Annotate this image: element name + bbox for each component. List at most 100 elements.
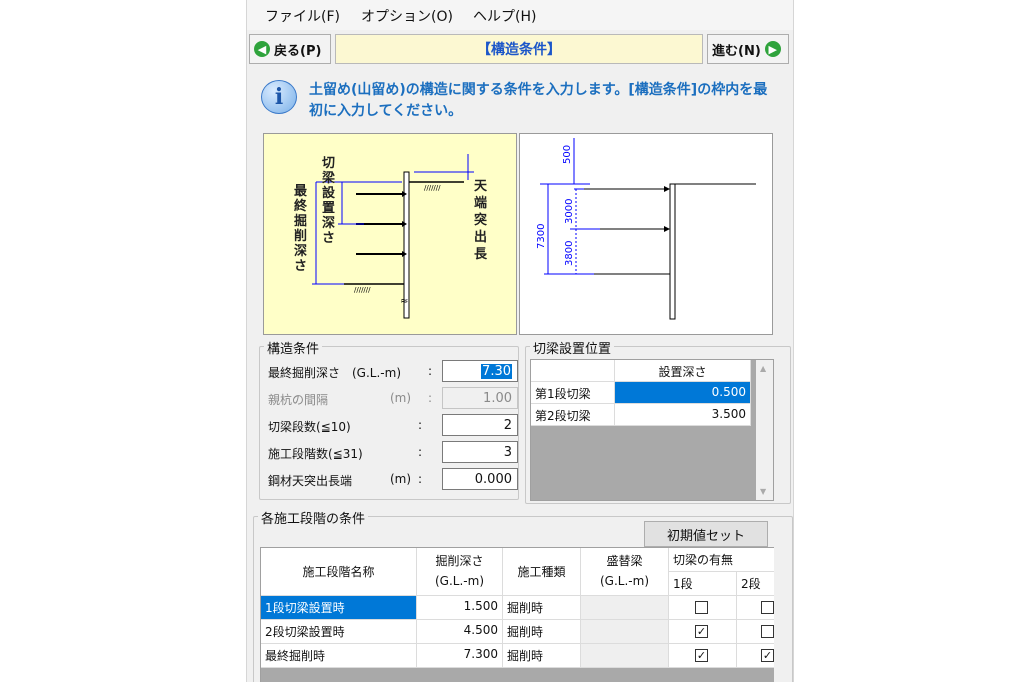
dim-low: 3800 [564, 241, 575, 266]
stage-row-3-s1-cell: ✓ [669, 644, 737, 668]
stage-header-beam-line1: 盛替梁 [606, 554, 643, 568]
stage-row-1-beam [581, 596, 669, 620]
stage-header-depth-line2: (G.L.-m) [435, 574, 484, 588]
stage-conditions-title: 各施工段階の条件 [258, 508, 369, 527]
dim-top: 500 [562, 145, 573, 164]
structure-diagram: /////// /////// ≈ 切梁設置深さ 最終掘削深さ 天端突出長 [263, 133, 517, 335]
reset-defaults-button[interactable]: 初期値セット [644, 521, 768, 547]
page-title: 【構造条件】 [335, 34, 703, 64]
stage-header-depth: 掘削深さ (G.L.-m) [417, 548, 503, 596]
stage-row-3-type[interactable]: 掘削時 [503, 644, 581, 668]
menu-options[interactable]: オプション(O) [361, 6, 453, 26]
stage-row-2-s1-checkbox[interactable]: ✓ [695, 625, 708, 638]
svg-text:///////: /////// [424, 184, 441, 192]
stage-row-1-s1-checkbox[interactable] [695, 601, 708, 614]
final-depth-row-label: 最終掘削深さ (G.L.-m) [268, 366, 401, 380]
stage-row-1-type[interactable]: 掘削時 [503, 596, 581, 620]
dim-total: 7300 [536, 224, 547, 249]
steel-projection-unit: (m) [390, 472, 412, 486]
nav-bar: ◀ 戻る(P) 【構造条件】 進む(N) ▶ [247, 32, 793, 66]
stage-header-type: 施工種類 [503, 548, 581, 596]
menu-bar: ファイル(F) オプション(O) ヘルプ(H) [247, 0, 793, 30]
info-area: i 土留め(山留め)の構造に関する条件を入力します。[構造条件]の枠内を最初に入… [251, 68, 791, 132]
stage-conditions-group: 各施工段階の条件 初期値セット 施工段階名称 掘削深さ (G.L.-m) 施工種… [253, 508, 793, 682]
menu-help[interactable]: ヘルプ(H) [473, 6, 536, 26]
strut-header-depth: 設置深さ [615, 360, 751, 382]
stage-row-3-s2-cell: ✓ [737, 644, 774, 668]
svg-text:≈: ≈ [400, 296, 408, 307]
next-label: 進む(N) [712, 43, 761, 59]
stage-header-beam-line2: (G.L.-m) [600, 574, 649, 588]
stage-header-stage1: 1段 [669, 572, 737, 596]
structure-conditions-group: 構造条件 最終掘削深さ (G.L.-m) : 7.30 親杭の間隔 (m) : … [259, 338, 519, 500]
structure-conditions-title: 構造条件 [264, 338, 323, 357]
strut-table-scrollbar[interactable]: ▲ ▼ [756, 360, 773, 500]
stage-row-2-type[interactable]: 掘削時 [503, 620, 581, 644]
stage-row-1-s2-checkbox[interactable] [761, 601, 774, 614]
menu-file[interactable]: ファイル(F) [265, 6, 340, 26]
stage-header-stage2: 2段 [737, 572, 774, 596]
info-text: 土留め(山留め)の構造に関する条件を入力します。[構造条件]の枠内を最初に入力し… [309, 82, 768, 119]
strut-position-group: 切梁設置位置 設置深さ 第1段切梁 0.500 第2段切梁 3.500 ▲ ▼ [525, 338, 791, 504]
stage-row-2-depth[interactable]: 4.500 [417, 620, 503, 644]
stage-row-1-depth[interactable]: 1.500 [417, 596, 503, 620]
stage-row-3-name[interactable]: 最終掘削時 [261, 644, 417, 668]
final-depth-label: 最終掘削深さ [294, 184, 308, 274]
stage-row-1-s2-cell [737, 596, 774, 620]
strut-row-2-depth[interactable]: 3.500 [615, 404, 751, 426]
stage-row-2-s2-cell [737, 620, 774, 644]
steel-projection-input[interactable]: 0.000 [442, 468, 518, 490]
strut-row-1-name: 第1段切梁 [531, 382, 615, 404]
stage-row-1-name[interactable]: 1段切梁設置時 [261, 596, 417, 620]
stage-row-2-s1-cell: ✓ [669, 620, 737, 644]
strut-count-input[interactable]: 2 [442, 414, 518, 436]
stage-count-input[interactable]: 3 [442, 441, 518, 463]
steel-projection-sep: : [418, 472, 423, 486]
pile-spacing-row-label: 親杭の間隔 [268, 393, 329, 407]
back-label: 戻る(P) [274, 43, 322, 59]
steel-projection-row-label: 鋼材天突出長端 [268, 474, 353, 488]
strut-position-table: 設置深さ 第1段切梁 0.500 第2段切梁 3.500 ▲ ▼ [530, 359, 774, 501]
pile-spacing-unit: (m) [390, 391, 412, 405]
stage-header-depth-line1: 掘削深さ [435, 554, 484, 568]
back-button[interactable]: ◀ 戻る(P) [249, 34, 331, 64]
app-window: ファイル(F) オプション(O) ヘルプ(H) ◀ 戻る(P) 【構造条件】 進… [246, 0, 794, 682]
strut-row-2-name: 第2段切梁 [531, 404, 615, 426]
strut-count-sep: : [418, 418, 423, 432]
stage-row-3-s1-checkbox[interactable]: ✓ [695, 649, 708, 662]
stage-row-3-depth[interactable]: 7.300 [417, 644, 503, 668]
strut-depth-label: 切梁設置深さ [322, 156, 336, 246]
stage-header-strut: 切梁の有無 [669, 548, 774, 572]
stage-header-name: 施工段階名称 [261, 548, 417, 596]
stage-row-2-s2-checkbox[interactable] [761, 625, 774, 638]
dimension-diagram-svg: 500 7300 3000 3800 [536, 138, 756, 320]
dimension-diagram: 500 7300 3000 3800 [519, 133, 773, 335]
strut-position-title: 切梁設置位置 [530, 338, 615, 357]
strut-row-1-depth[interactable]: 0.500 [615, 382, 751, 404]
stage-count-sep: : [418, 445, 423, 459]
stage-count-row-label: 施工段階数(≦31) [268, 447, 363, 461]
strut-header-blank [531, 360, 615, 382]
stage-row-3-beam [581, 644, 669, 668]
pile-spacing-sep: : [428, 391, 433, 405]
stage-header-beam: 盛替梁 (G.L.-m) [581, 548, 669, 596]
final-depth-sep: : [428, 364, 433, 378]
final-depth-value: 7.30 [481, 364, 512, 379]
info-icon: i [261, 80, 297, 114]
stage-row-3-s2-checkbox[interactable]: ✓ [761, 649, 774, 662]
svg-text:///////: /////// [354, 286, 371, 294]
next-button[interactable]: 進む(N) ▶ [707, 34, 789, 64]
scroll-up-icon[interactable]: ▲ [760, 364, 766, 373]
top-projection-label: 天端突出長 [474, 179, 488, 262]
arrow-left-icon: ◀ [254, 41, 270, 57]
pile-spacing-input: 1.00 [442, 387, 518, 409]
stage-row-1-s1-cell [669, 596, 737, 620]
dim-mid: 3000 [564, 199, 575, 224]
final-depth-input[interactable]: 7.30 [442, 360, 518, 382]
stage-row-2-name[interactable]: 2段切梁設置時 [261, 620, 417, 644]
scroll-down-icon[interactable]: ▼ [760, 487, 766, 496]
arrow-right-icon: ▶ [764, 41, 781, 57]
stage-table: 施工段階名称 掘削深さ (G.L.-m) 施工種類 盛替梁 (G.L.-m) 切… [260, 547, 774, 682]
stage-row-2-beam [581, 620, 669, 644]
strut-count-row-label: 切梁段数(≦10) [268, 420, 351, 434]
